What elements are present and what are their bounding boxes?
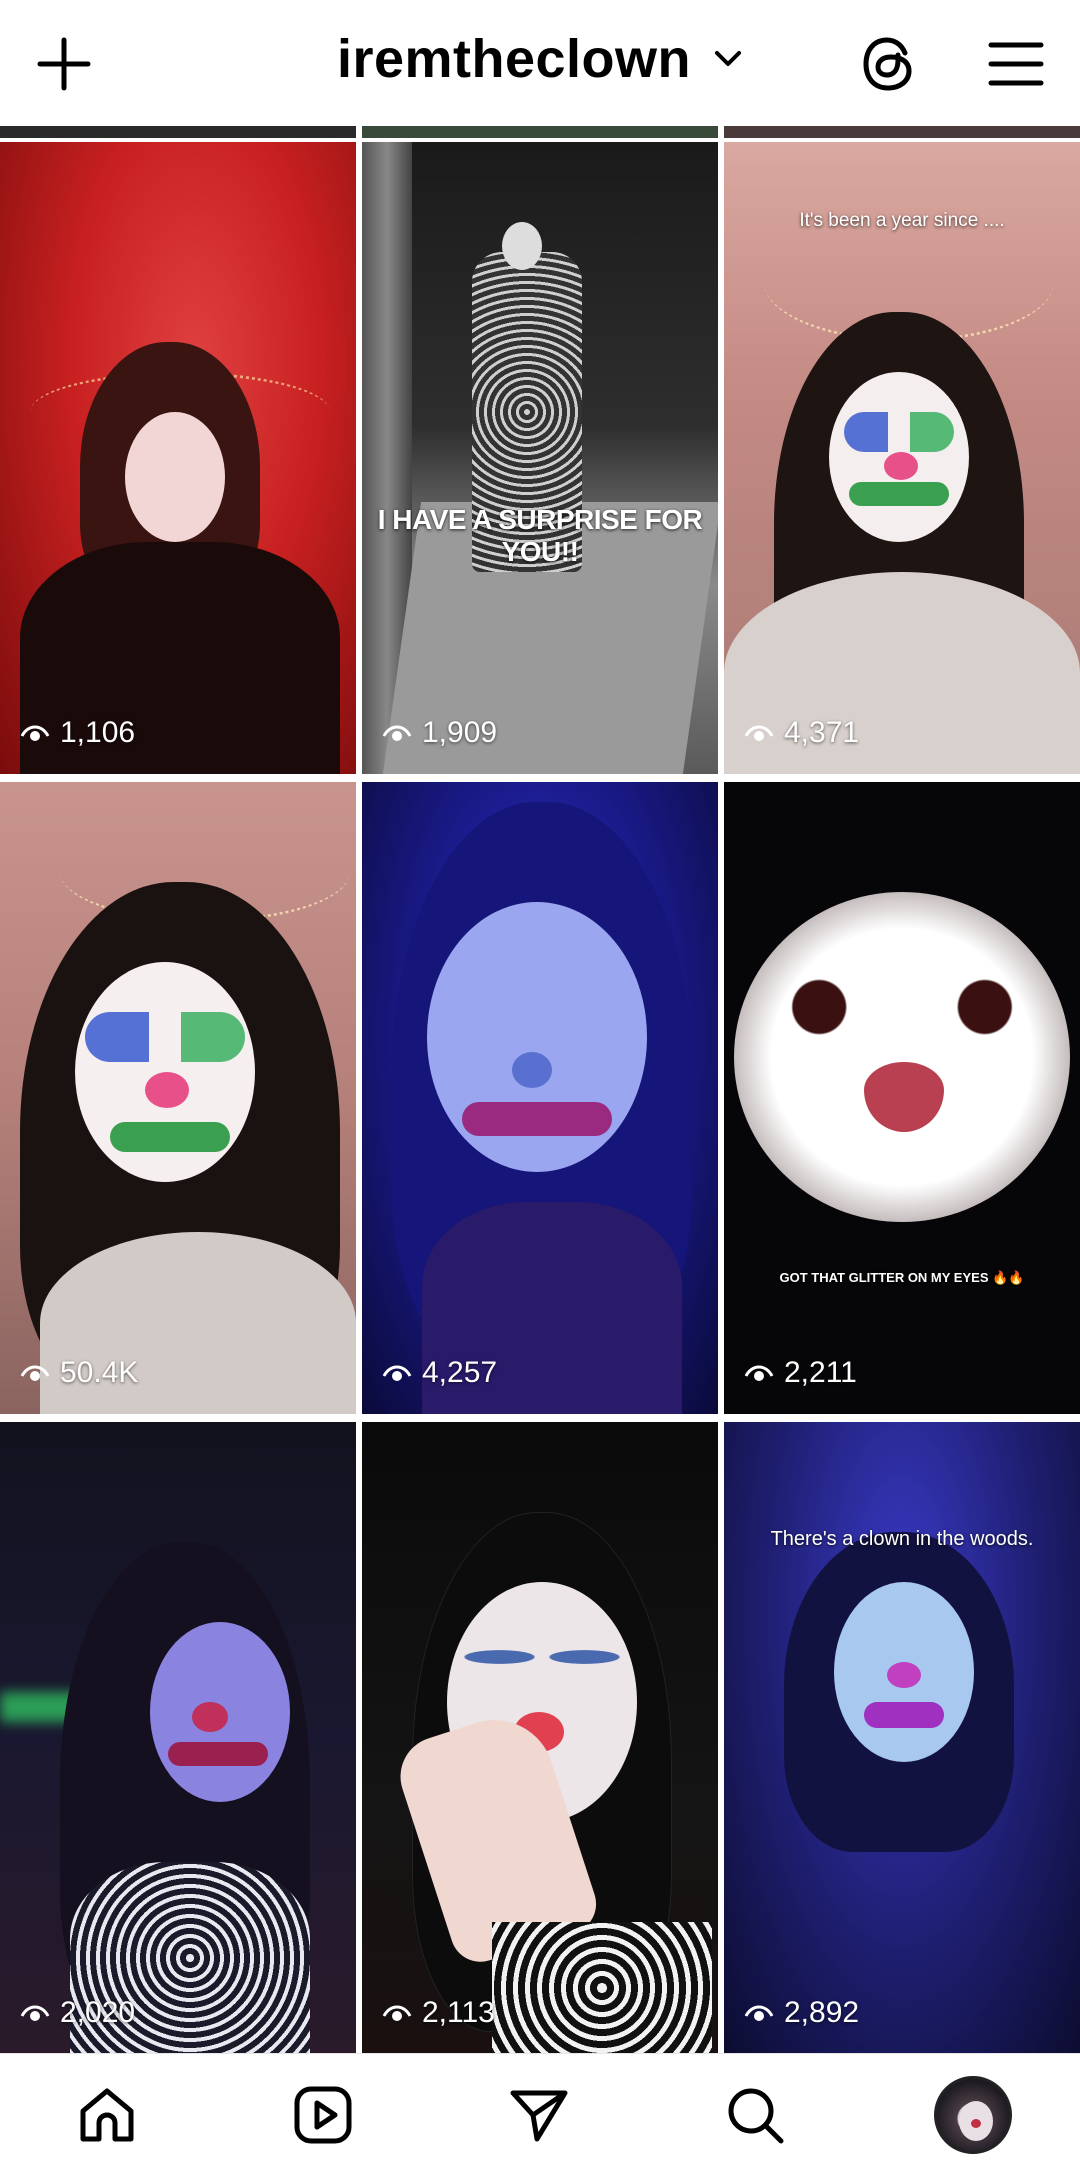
nav-profile[interactable] xyxy=(928,2070,1018,2160)
chevron-down-icon xyxy=(715,51,742,66)
reel-caption: It's been a year since .... xyxy=(799,210,1005,231)
eye-icon xyxy=(744,2005,774,2021)
reel-tile[interactable]: GOT THAT GLITTER ON MY EYES 🔥🔥 2,211 xyxy=(724,782,1080,1414)
subject-face xyxy=(125,412,225,542)
face-paint xyxy=(85,1012,245,1062)
reel-caption: GOT THAT GLITTER ON MY EYES 🔥🔥 xyxy=(779,1270,1025,1285)
reel-tile[interactable]: There's a clown in the woods. 2,892 xyxy=(724,1422,1080,2054)
face-paint-nose xyxy=(884,452,918,480)
reel-caption: I HAVE A SURPRISE FOR YOU!! xyxy=(377,504,703,567)
view-count: 4,257 xyxy=(382,1356,497,1390)
username: iremtheclown xyxy=(336,29,692,89)
search-icon xyxy=(728,2088,784,2144)
nav-search[interactable] xyxy=(710,2070,800,2160)
avatar-nose xyxy=(971,2119,981,2128)
face-paint-mouth xyxy=(864,1702,944,1728)
reel-tile[interactable]: 50.4K xyxy=(0,782,356,1414)
eye-icon xyxy=(382,1365,412,1381)
view-count: 4,371 xyxy=(744,716,859,750)
reel-tile[interactable]: 4,257 xyxy=(362,782,718,1414)
face-paint-nose xyxy=(887,1662,921,1688)
view-count: 1,909 xyxy=(382,716,497,750)
face-paint-mouth xyxy=(168,1742,268,1766)
eye-icon xyxy=(744,1365,774,1381)
view-count: 50.4K xyxy=(20,1356,138,1390)
reel-tile[interactable]: I HAVE A SURPRISE FOR YOU!! 1,909 xyxy=(362,142,718,774)
home-icon xyxy=(80,2088,134,2142)
face-paint-mouth xyxy=(462,1102,612,1136)
reel-tile[interactable]: It's been a year since .... 4,371 xyxy=(724,142,1080,774)
subject-body xyxy=(492,1922,712,2054)
nav-home[interactable] xyxy=(62,2070,152,2160)
eye-icon xyxy=(382,2005,412,2021)
eye-icon xyxy=(744,725,774,741)
view-count: 1,106 xyxy=(20,716,135,750)
reel-tile[interactable]: 1,106 xyxy=(0,142,356,774)
nav-direct[interactable] xyxy=(494,2070,584,2160)
hamburger-menu-icon xyxy=(988,42,1044,86)
subject-face xyxy=(734,892,1070,1222)
reel-caption: There's a clown in the woods. xyxy=(770,1528,1034,1550)
face-paint-mouth xyxy=(110,1122,230,1152)
reel-tile[interactable]: 2,113 xyxy=(362,1422,718,2054)
face-paint-mouth xyxy=(849,482,949,506)
face-paint-eyes xyxy=(457,1632,627,1682)
nav-reels[interactable] xyxy=(278,2070,368,2160)
threads-button[interactable] xyxy=(846,22,930,106)
face-paint xyxy=(844,412,954,452)
subject-face xyxy=(502,222,542,270)
eye-icon xyxy=(382,725,412,741)
profile-header: iremtheclown xyxy=(0,0,1080,126)
face-paint-nose xyxy=(145,1072,189,1108)
view-count: 2,113 xyxy=(382,1996,495,2030)
bottom-navigation xyxy=(0,2053,1080,2175)
previous-row-strip xyxy=(362,126,718,138)
face-paint-nose xyxy=(192,1702,228,1732)
profile-avatar xyxy=(934,2076,1012,2154)
direct-message-icon xyxy=(510,2090,568,2142)
view-count: 2,211 xyxy=(744,1356,857,1390)
menu-button[interactable] xyxy=(974,22,1058,106)
eye-icon xyxy=(20,1365,50,1381)
previous-row-strip xyxy=(0,126,356,138)
view-count: 2,020 xyxy=(20,1996,135,2030)
eye-icon xyxy=(20,725,50,741)
reels-icon xyxy=(294,2086,352,2144)
eye-icon xyxy=(20,2005,50,2021)
view-count: 2,892 xyxy=(744,1996,859,2030)
previous-row-strip xyxy=(724,126,1080,138)
threads-icon xyxy=(863,37,912,91)
face-paint-eyes xyxy=(764,972,1040,1042)
reel-tile[interactable]: 2,020 xyxy=(0,1422,356,2054)
face-paint-nose xyxy=(512,1052,552,1088)
